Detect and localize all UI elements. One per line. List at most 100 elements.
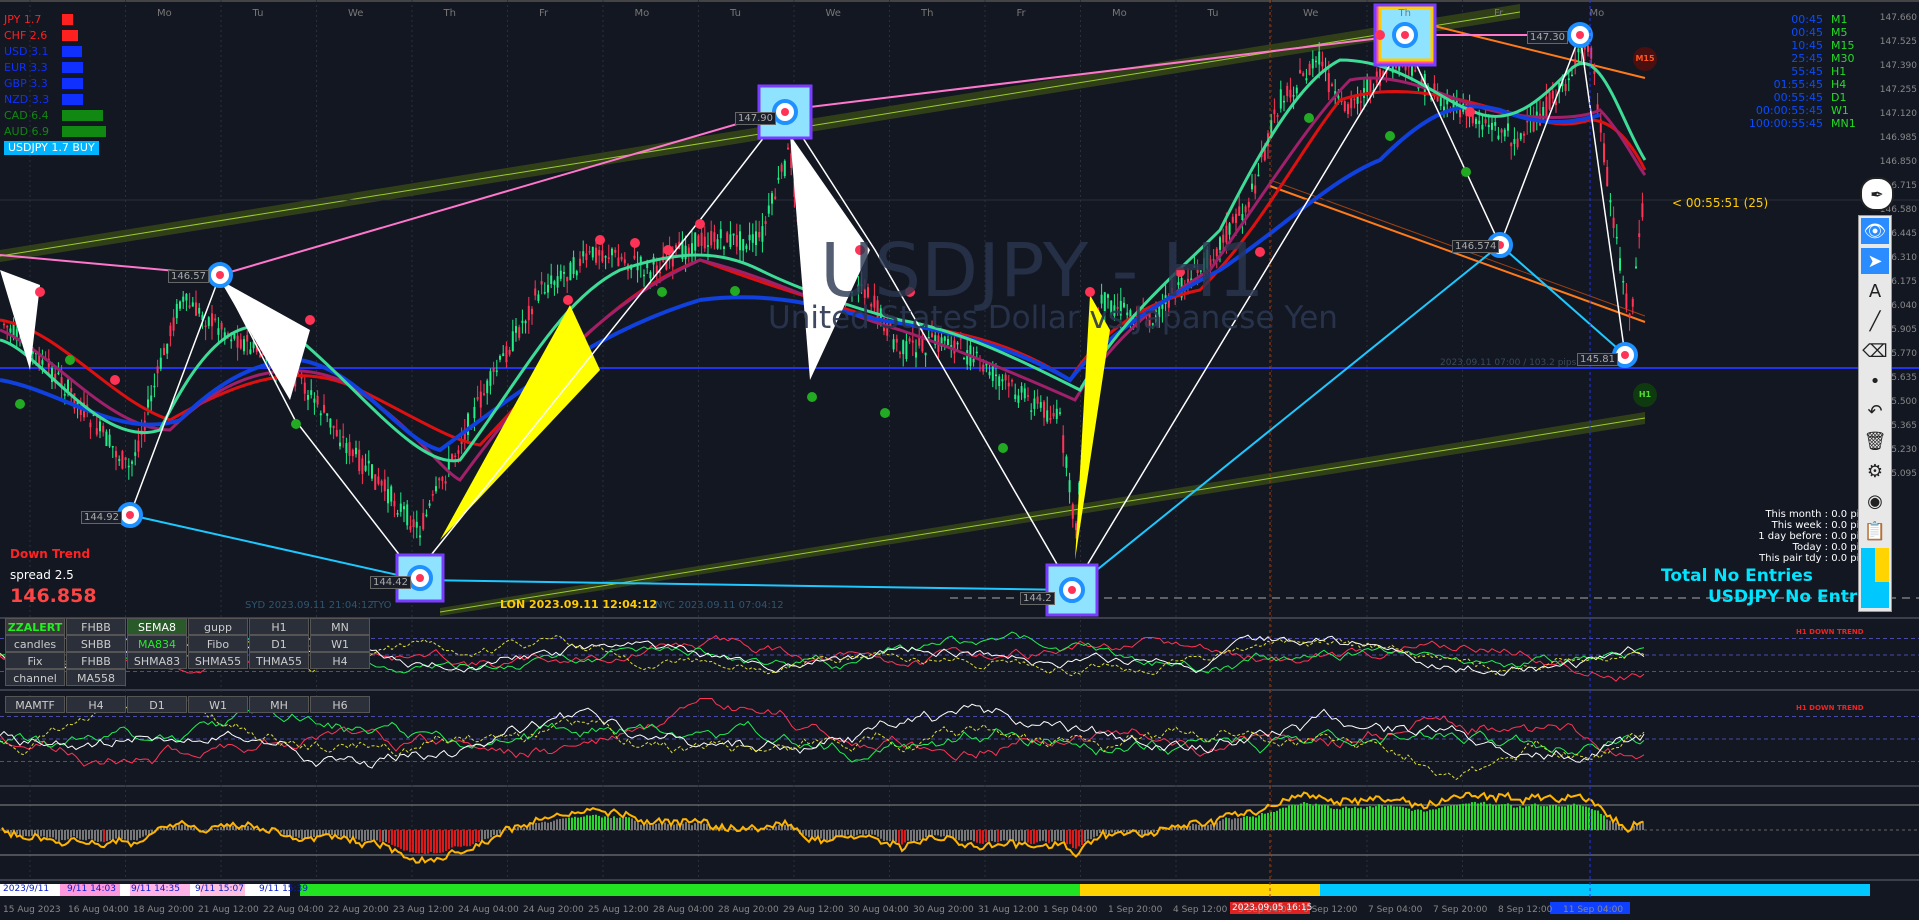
indicator-button[interactable]: SHBB [66,635,126,652]
candle-body [415,521,418,528]
candle-body [684,245,687,260]
eye-icon[interactable]: 👁 [1861,218,1889,244]
price-chart[interactable] [0,0,1919,920]
indicator-button[interactable]: MA834 [127,635,187,652]
candle-body [972,359,975,363]
pivot-marker [1045,563,1099,617]
session-bar-cyan [1320,884,1870,896]
palette-icon[interactable] [1861,548,1889,584]
tf-name: M1 [1831,13,1848,26]
candle-body [1238,206,1241,216]
cursor-icon[interactable]: ➤ [1861,248,1889,274]
mamtf-button[interactable]: H4 [66,696,126,713]
candle-body [1619,258,1621,271]
indicator-button[interactable]: H4 [310,652,370,669]
indicator-button[interactable]: candles [5,635,65,652]
candle-body [1007,382,1010,387]
undo-icon[interactable]: ↶ [1861,398,1889,424]
candle-body [102,425,105,433]
candle-body [601,250,604,262]
indicator-button[interactable]: MN [310,618,370,635]
candle-body [393,500,396,507]
candle-body [755,231,757,246]
currency-strength-row: NZD 3.3 [4,93,83,106]
indicator-button[interactable]: Fix [5,652,65,669]
date-label: 8 Sep 12:00 [1498,905,1553,915]
candle-body [767,205,770,214]
indicator-button[interactable]: MA558 [66,669,126,686]
candle-body [153,385,156,388]
line-icon[interactable]: ╱ [1861,308,1889,334]
price-tick: 147.660 [1879,13,1917,23]
indicator-button[interactable]: channel [5,669,65,686]
mamtf-button[interactable]: W1 [188,696,248,713]
timeframe-row: 100:00:55:45 MN1 [1749,117,1867,130]
currency-code: EUR 3.3 [4,61,48,74]
indicator-button[interactable]: gupp [188,618,248,635]
candle-body [572,257,575,275]
date-label: 24 Aug 20:00 [523,905,584,915]
candle-body [374,474,377,490]
mamtf-button[interactable]: MAMTF [5,696,65,713]
sub1-trend-label: H1 DOWN TREND [1796,628,1864,636]
candle-body [220,322,223,330]
text-icon[interactable]: A [1861,278,1889,304]
indicator-button[interactable]: H1 [249,618,309,635]
eraser-icon[interactable]: ⌫ [1861,338,1889,364]
indicator-button[interactable]: W1 [310,635,370,652]
strength-bar [62,30,78,41]
candle-body [1075,523,1077,531]
candle-body [195,302,197,316]
day-label: Mo [157,8,172,19]
spread-label: spread 2.5 [10,568,74,582]
indicator-button[interactable]: Fibo [188,635,248,652]
candle-body [1292,95,1295,97]
date-label: 22 Aug 20:00 [328,905,389,915]
indicator-button[interactable]: SEMA8 [127,618,187,635]
mamtf-button[interactable]: MH [249,696,309,713]
indicator-button[interactable]: FHBB [66,652,126,669]
day-label: Mo [1112,8,1127,19]
color-swatch[interactable] [1861,582,1889,608]
candle-body [1315,60,1317,63]
indicator-button[interactable]: FHBB [66,618,126,635]
sell-dot [1375,30,1385,40]
robot-icon[interactable]: ⚙ [1861,458,1889,484]
candle-body [675,244,677,249]
sell-dot [110,375,120,385]
indicator-button[interactable]: SHMA55 [188,652,248,669]
indicator-button[interactable]: ZZALERT [5,618,65,635]
trash-icon[interactable]: 🗑 [1861,428,1889,454]
candle-body [175,303,178,319]
candle-body [892,339,895,350]
price-tick: 147.120 [1879,109,1917,119]
clipboard-icon[interactable]: 📋 [1861,518,1889,544]
candle-body [457,450,460,454]
date-label: 22 Aug 04:00 [263,905,324,915]
dot-icon[interactable]: • [1861,368,1889,394]
pen-tool-circle[interactable]: ✒ [1860,177,1894,211]
candle-body [1545,96,1548,117]
indicator-button[interactable]: SHMA83 [127,652,187,669]
tf-time: 00:45 [1791,26,1823,39]
candle-body [633,255,636,259]
signal-badge[interactable]: USDJPY 1.7 BUY [4,141,99,155]
tf-time: 10:45 [1791,39,1823,52]
mamtf-button[interactable]: H6 [310,696,370,713]
indicator-button[interactable]: D1 [249,635,309,652]
session-bar-yellow [1080,884,1320,896]
day-label: We [348,8,364,19]
date-label: 28 Aug 20:00 [718,905,779,915]
candle-body [556,276,559,288]
indicator-button[interactable]: THMA55 [249,652,309,669]
tf-time: 00:00:55:45 [1755,104,1823,117]
candle-body [943,336,946,341]
candle-body [1564,83,1567,91]
candle-body [1571,74,1573,77]
candle-body [982,364,985,372]
candle-body [713,232,716,242]
mamtf-button[interactable]: D1 [127,696,187,713]
candle-body [473,406,476,419]
total-entries: Total No Entries [1661,566,1813,586]
camera-icon[interactable]: ◉ [1861,488,1889,514]
